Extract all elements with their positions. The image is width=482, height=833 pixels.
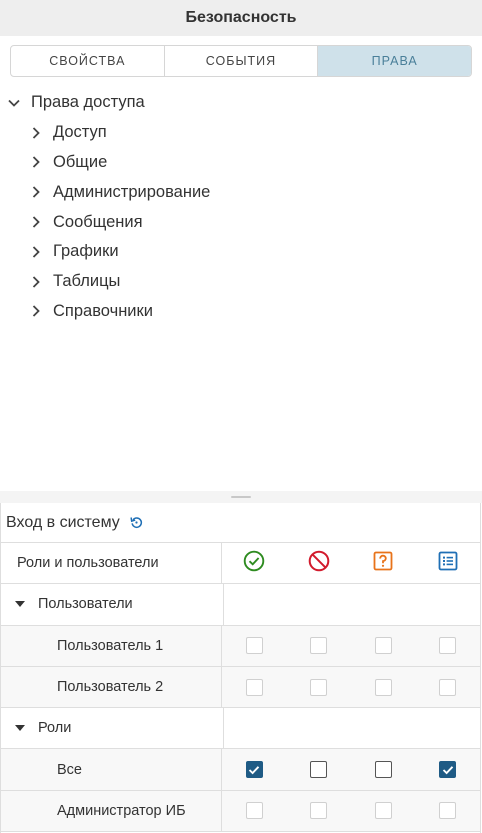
- group-cell: Роли: [1, 708, 224, 749]
- table-row: Администратор ИБ: [1, 790, 480, 833]
- tree-node-label: Графики: [53, 242, 119, 261]
- permission-checkbox[interactable]: [245, 761, 263, 779]
- permission-checkbox[interactable]: [439, 761, 457, 779]
- row-label: Администратор ИБ: [1, 790, 222, 832]
- tree-node-messages[interactable]: Сообщения: [0, 207, 482, 237]
- table-row: Все: [1, 749, 480, 791]
- permission-checkbox[interactable]: [310, 678, 328, 696]
- tree-node-label: Таблицы: [53, 272, 121, 291]
- rights-tree: Права доступа Доступ Общие Администриров…: [0, 88, 482, 326]
- permission-checkbox[interactable]: [245, 802, 263, 820]
- permission-checkbox[interactable]: [310, 802, 328, 820]
- permission-checkbox[interactable]: [374, 637, 392, 655]
- tree-node-label: Администрирование: [53, 182, 211, 201]
- chevron-right-icon[interactable]: [28, 244, 44, 260]
- chevron-down-icon[interactable]: [6, 95, 22, 111]
- chevron-right-icon[interactable]: [28, 184, 44, 200]
- table-row: Пользователь 2: [1, 666, 480, 709]
- tree-node-access[interactable]: Доступ: [0, 118, 482, 148]
- tree-node-label: Доступ: [53, 123, 107, 142]
- tree-node-label: Сообщения: [53, 212, 143, 231]
- splitter[interactable]: [0, 491, 482, 503]
- permission-checkbox[interactable]: [439, 637, 457, 655]
- row-label: Пользователь 1: [1, 625, 222, 666]
- permission-checkbox[interactable]: [374, 678, 392, 696]
- tab-events[interactable]: СОБЫТИЯ: [165, 46, 319, 76]
- question-box-icon: [373, 551, 393, 576]
- tree-node-graphs[interactable]: Графики: [0, 237, 482, 267]
- tree-node-administration[interactable]: Администрирование: [0, 177, 482, 207]
- tree-node-reference-books[interactable]: Справочники: [0, 297, 482, 327]
- tree-node-label: Общие: [53, 152, 108, 171]
- checkmark-icon: [442, 765, 454, 775]
- tree-node-label: Справочники: [53, 301, 153, 320]
- group-row[interactable]: Роли: [1, 708, 480, 750]
- chevron-right-icon[interactable]: [28, 154, 44, 170]
- chevron-right-icon[interactable]: [28, 214, 44, 230]
- caret-down-icon[interactable]: [15, 601, 25, 608]
- chevron-right-icon[interactable]: [28, 303, 44, 319]
- permission-title: Вход в систему: [6, 513, 120, 531]
- group-cell: Пользователи: [1, 584, 224, 625]
- row-label: Пользователь 2: [1, 666, 222, 708]
- group-label: Роли: [38, 720, 72, 737]
- permission-checkbox[interactable]: [245, 678, 263, 696]
- group-row[interactable]: Пользователи: [1, 584, 480, 626]
- forbidden-icon: [308, 550, 330, 577]
- chevron-right-icon[interactable]: [28, 125, 44, 141]
- grid-header-row: Роли и пользователи: [1, 543, 480, 585]
- group-label: Пользователи: [38, 596, 133, 613]
- permission-checkbox[interactable]: [439, 802, 457, 820]
- tree-node-tables[interactable]: Таблицы: [0, 267, 482, 297]
- tab-properties[interactable]: СВОЙСТВА: [11, 46, 165, 76]
- list-icon: [438, 551, 458, 576]
- tab-rights[interactable]: ПРАВА: [318, 46, 471, 76]
- reset-icon[interactable]: [130, 516, 143, 529]
- column-header: Роли и пользователи: [1, 543, 222, 584]
- permission-checkbox[interactable]: [374, 802, 392, 820]
- table-row: Пользователь 1: [1, 625, 480, 667]
- permissions-title-bar: Вход в систему: [1, 503, 480, 543]
- tab-bar: СВОЙСТВА СОБЫТИЯ ПРАВА: [10, 45, 472, 77]
- panel-header: Безопасность: [0, 0, 482, 36]
- permissions-panel: Вход в систему Роли и пользователи Польз…: [0, 503, 481, 833]
- permission-checkbox[interactable]: [310, 637, 328, 655]
- permissions-grid: Пользователи Пользователь 1 Пользователь 2…: [1, 584, 480, 833]
- permission-checkbox[interactable]: [245, 637, 263, 655]
- splitter-handle[interactable]: [231, 496, 251, 498]
- tree-node-general[interactable]: Общие: [0, 148, 482, 178]
- tree-node-label: Права доступа: [31, 93, 145, 112]
- caret-down-icon[interactable]: [15, 725, 25, 732]
- page-title: Безопасность: [185, 9, 297, 26]
- permission-checkbox[interactable]: [374, 761, 392, 779]
- tree-node-access-rights[interactable]: Права доступа: [0, 88, 482, 118]
- chevron-right-icon[interactable]: [28, 274, 44, 290]
- check-circle-icon: [243, 550, 265, 577]
- permission-checkbox[interactable]: [310, 761, 328, 779]
- checkmark-icon: [248, 765, 260, 775]
- row-label: Все: [1, 749, 222, 790]
- permission-checkbox[interactable]: [439, 678, 457, 696]
